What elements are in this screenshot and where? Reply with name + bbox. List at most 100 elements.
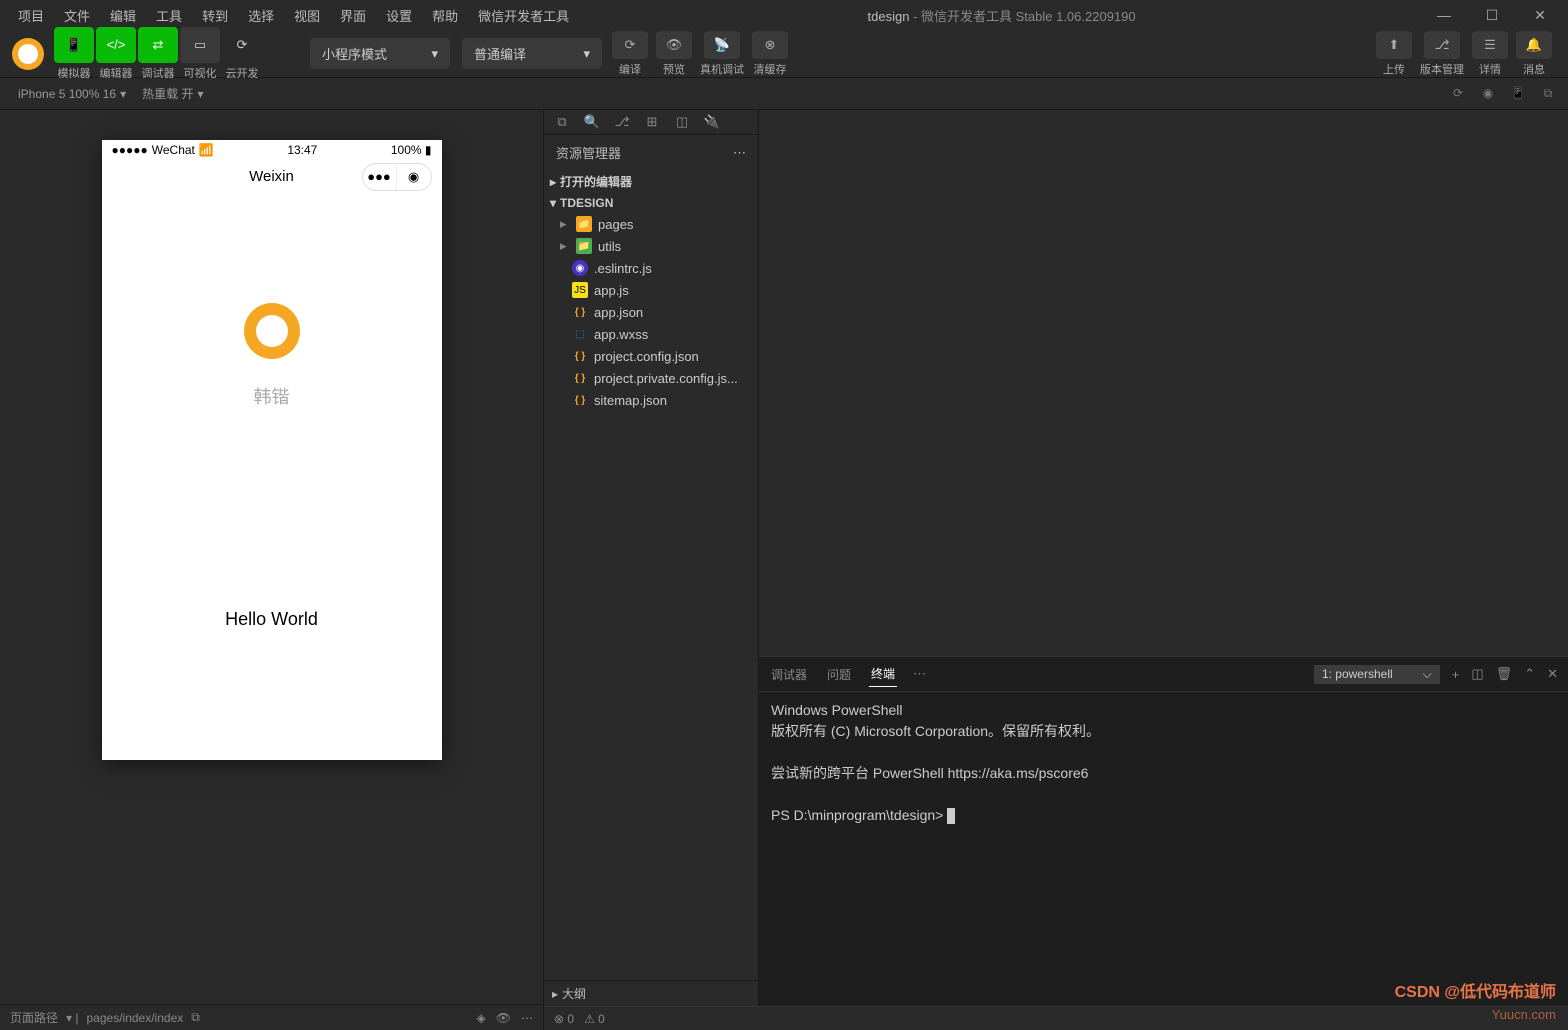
window-title: tdesign - 微信开发者工具 Stable 1.06.2209190 [579, 6, 1424, 25]
chevron-right-icon: ▸ [560, 238, 570, 254]
compile-dropdown[interactable]: 普通编译▾ [462, 38, 602, 69]
menu-item[interactable]: 文件 [54, 2, 100, 29]
file-type-icon: { } [572, 348, 588, 364]
file-type-icon: ◉ [572, 260, 588, 276]
maximize-button[interactable]: ☐ [1472, 7, 1512, 24]
menu-item[interactable]: 选择 [238, 2, 284, 29]
chevron-up-icon[interactable]: ⌃ [1524, 666, 1535, 682]
copy-icon[interactable]: ⧉ [191, 1010, 200, 1025]
file-type-icon: ⬚ [572, 326, 588, 342]
details-button[interactable]: ☰ [1472, 31, 1508, 59]
file-item[interactable]: { }project.private.config.js... [544, 367, 758, 389]
new-terminal-icon[interactable]: + [1452, 667, 1460, 682]
file-item[interactable]: JSapp.js [544, 279, 758, 301]
app-logo [12, 38, 44, 70]
simulator-pane: ●●●●●WeChat📶 13:47 100% ▮ Weixin ●●● ◉ 韩 [0, 110, 543, 1030]
errors-count[interactable]: ⊗ 0 [554, 1012, 574, 1026]
explorer-title: 资源管理器 [556, 143, 621, 162]
menu-item[interactable]: 视图 [284, 2, 330, 29]
file-explorer: ⧉ 🔍 ⎇ ⊞ ◫ 🔌 资源管理器 ⋯ ▸打开的编辑器 ▾TDESIGN ▸📁p… [544, 110, 759, 1006]
preview-button[interactable]: 👁 [656, 31, 692, 59]
more-icon[interactable]: ⋯ [521, 1011, 533, 1025]
tab-debugger[interactable]: 调试器 [769, 662, 809, 687]
more-icon[interactable]: ⋯ [913, 666, 926, 682]
split-terminal-icon[interactable]: ◫ [1471, 666, 1483, 682]
file-item[interactable]: ◉.eslintrc.js [544, 257, 758, 279]
plugin-icon[interactable]: 🔌 [702, 114, 722, 130]
menu-bar: 项目文件编辑工具转到选择视图界面设置帮助微信开发者工具 [8, 2, 579, 29]
file-item[interactable]: { }app.json [544, 301, 758, 323]
capsule-close-icon[interactable]: ◉ [397, 164, 431, 190]
record-icon[interactable]: ◉ [1478, 86, 1498, 101]
wifi-icon: 📶 [199, 143, 214, 157]
title-bar: 项目文件编辑工具转到选择视图界面设置帮助微信开发者工具 tdesign - 微信… [0, 0, 1568, 30]
signal-icon: ●●●●● [112, 143, 148, 157]
menu-item[interactable]: 编辑 [100, 2, 146, 29]
search-icon[interactable]: 🔍 [582, 114, 602, 130]
chevron-right-icon: ▸ [560, 216, 570, 232]
clear-cache-button[interactable]: ⊗ [752, 31, 788, 59]
folder-item[interactable]: ▸📁pages [544, 213, 758, 235]
version-button[interactable]: ⎇ [1424, 31, 1460, 59]
username-label: 韩锴 [254, 383, 290, 409]
remote-debug-button[interactable]: 📡 [704, 31, 740, 59]
chevron-right-icon: ▸ [550, 175, 556, 189]
close-button[interactable]: ✕ [1520, 7, 1560, 24]
extensions-icon[interactable]: ⊞ [642, 114, 662, 130]
terminal-output[interactable]: Windows PowerShell版权所有 (C) Microsoft Cor… [759, 692, 1568, 1006]
chevron-down-icon: ▾ [431, 46, 438, 62]
file-type-icon: 📁 [576, 216, 592, 232]
menu-item[interactable]: 微信开发者工具 [468, 2, 579, 29]
git-icon[interactable]: ⎇ [612, 114, 632, 130]
project-section[interactable]: ▾TDESIGN [544, 193, 758, 213]
message-button[interactable]: 🔔 [1516, 31, 1552, 59]
file-type-icon: { } [572, 370, 588, 386]
capsule-menu-icon[interactable]: ●●● [363, 164, 397, 190]
trash-icon[interactable]: 🗑 [1496, 666, 1513, 682]
menu-item[interactable]: 项目 [8, 2, 54, 29]
device-selector[interactable]: iPhone 5 100% 16▾ [10, 87, 134, 101]
phone-simulator: ●●●●●WeChat📶 13:47 100% ▮ Weixin ●●● ◉ 韩 [102, 140, 442, 760]
mode-dropdown[interactable]: 小程序模式▾ [310, 38, 450, 69]
page-path[interactable]: pages/index/index [87, 1011, 184, 1025]
device-icon[interactable]: 📱 [1508, 86, 1528, 101]
chevron-down-icon: ▾ [583, 46, 590, 62]
menu-item[interactable]: 界面 [330, 2, 376, 29]
hot-reload-toggle[interactable]: 热重载 开▾ [134, 85, 211, 102]
close-panel-icon[interactable]: ✕ [1547, 666, 1558, 682]
file-item[interactable]: ⬚app.wxss [544, 323, 758, 345]
refresh-icon[interactable]: ⟳ [1448, 86, 1468, 101]
editor-toggle[interactable]: </> [96, 27, 136, 63]
page-title: Weixin [249, 168, 294, 185]
detach-icon[interactable]: ⧉ [1538, 86, 1558, 101]
simulator-toggle[interactable]: 📱 [54, 27, 94, 63]
menu-item[interactable]: 设置 [376, 2, 422, 29]
file-item[interactable]: { }project.config.json [544, 345, 758, 367]
open-editors-section[interactable]: ▸打开的编辑器 [544, 170, 758, 193]
warnings-count[interactable]: ⚠ 0 [584, 1012, 605, 1026]
location-icon[interactable]: ◈ [477, 1011, 486, 1025]
avatar[interactable] [244, 303, 300, 359]
battery-icon: ▮ [425, 143, 432, 157]
chevron-down-icon: ⌵ [1423, 667, 1432, 682]
upload-button[interactable]: ⬆ [1376, 31, 1412, 59]
menu-item[interactable]: 帮助 [422, 2, 468, 29]
menu-item[interactable]: 工具 [146, 2, 192, 29]
eye-icon[interactable]: 👁 [496, 1011, 511, 1025]
minimize-button[interactable]: — [1424, 7, 1464, 24]
files-icon[interactable]: ⧉ [552, 114, 572, 130]
terminal-selector[interactable]: 1: powershell⌵ [1314, 665, 1440, 684]
cloud-toggle[interactable]: ⟳ [222, 27, 262, 63]
tab-terminal[interactable]: 终端 [869, 661, 897, 687]
compile-button[interactable]: ⟳ [612, 31, 648, 59]
outline-section[interactable]: ▸大纲 [544, 980, 758, 1006]
menu-item[interactable]: 转到 [192, 2, 238, 29]
tab-problems[interactable]: 问题 [825, 662, 853, 687]
more-icon[interactable]: ⋯ [733, 145, 746, 161]
terminal-panel: 调试器 问题 终端 ⋯ 1: powershell⌵ + ◫ 🗑 ⌃ ✕ [759, 656, 1568, 1006]
debugger-toggle[interactable]: ⇄ [138, 27, 178, 63]
folder-item[interactable]: ▸📁utils [544, 235, 758, 257]
layout-icon[interactable]: ◫ [672, 114, 692, 130]
visual-toggle[interactable]: ▭ [180, 27, 220, 63]
file-item[interactable]: { }sitemap.json [544, 389, 758, 411]
